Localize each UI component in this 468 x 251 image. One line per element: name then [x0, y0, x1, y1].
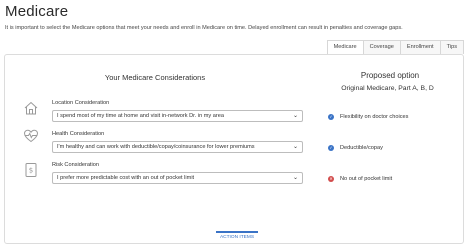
- tab-tips[interactable]: Tips: [439, 40, 464, 54]
- chevron-down-icon: ⌄: [292, 144, 298, 150]
- tab-bar: Medicare Coverage Enrollment Tips: [326, 40, 464, 54]
- check-icon: ✓: [328, 145, 334, 151]
- health-select-value: I'm healthy and can work with deductible…: [57, 144, 255, 150]
- proposed-item-text: Flexibility on doctor choices: [340, 114, 409, 120]
- house-icon: [23, 100, 39, 116]
- tab-enrollment[interactable]: Enrollment: [399, 40, 441, 54]
- location-label: Location Consideration: [52, 100, 110, 106]
- proposed-item-text: Deductible/copay: [340, 145, 383, 151]
- proposed-option: Original Medicare, Part A, B, D: [341, 85, 434, 92]
- risk-select[interactable]: I prefer more predictable cost with an o…: [52, 172, 303, 184]
- cross-icon: ✕: [328, 176, 334, 182]
- tab-medicare[interactable]: Medicare: [326, 40, 364, 54]
- location-select-value: I spend most of my time at home and visi…: [57, 113, 224, 119]
- heartbeat-icon: [23, 128, 39, 144]
- considerations-panel: Your Medicare Considerations Proposed op…: [4, 54, 464, 244]
- location-select[interactable]: I spend most of my time at home and visi…: [52, 110, 303, 122]
- check-icon: ✓: [328, 114, 334, 120]
- action-items-button[interactable]: ACTION ITEMS: [216, 231, 258, 242]
- chevron-down-icon: ⌄: [292, 175, 298, 181]
- health-select[interactable]: I'm healthy and can work with deductible…: [52, 141, 303, 153]
- health-label: Health Consideration: [52, 131, 105, 137]
- risk-label: Risk Consideration: [52, 162, 99, 168]
- proposed-item-text: No out of pocket limit: [340, 176, 393, 182]
- chevron-down-icon: ⌄: [292, 113, 298, 119]
- proposed-item: ✓ Flexibility on doctor choices: [328, 114, 408, 120]
- svg-text:$: $: [29, 167, 33, 175]
- risk-select-value: I prefer more predictable cost with an o…: [57, 175, 195, 181]
- proposed-item: ✕ No out of pocket limit: [328, 176, 392, 182]
- proposed-heading: Proposed option: [360, 71, 420, 80]
- page-intro: It is important to select the Medicare o…: [5, 25, 403, 31]
- page-title: Medicare: [5, 3, 69, 20]
- dollar-document-icon: $: [23, 162, 39, 178]
- tab-coverage[interactable]: Coverage: [362, 40, 401, 54]
- proposed-item: ✓ Deductible/copay: [328, 145, 383, 151]
- considerations-heading: Your Medicare Considerations: [104, 73, 206, 82]
